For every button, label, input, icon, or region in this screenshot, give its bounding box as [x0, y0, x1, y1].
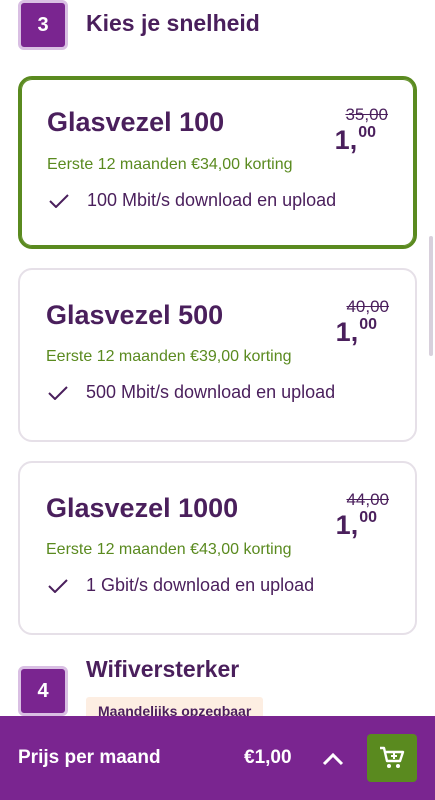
expand-summary-button[interactable]: [318, 744, 348, 774]
chevron-up-icon: [322, 752, 344, 766]
check-icon: [49, 193, 69, 208]
old-price: 35,00: [345, 105, 388, 124]
discount-text: Eerste 12 maanden €43,00 korting: [46, 541, 292, 558]
scrollbar[interactable]: [429, 236, 433, 356]
cart-button[interactable]: [367, 734, 417, 782]
plan-name: Glasvezel 1000: [46, 493, 239, 523]
monthly-price: €1,00: [244, 747, 292, 768]
price-per-month-label: Prijs per maand: [18, 747, 161, 768]
check-icon: [48, 385, 68, 400]
step-title: Kies je snelheid: [86, 10, 260, 36]
feature-line: 1 Gbit/s download en upload: [48, 575, 314, 596]
plan-card-glasvezel-500[interactable]: Glasvezel 500 40,00 1,00 Eerste 12 maand…: [18, 268, 417, 442]
feature-line: 100 Mbit/s download en upload: [49, 190, 336, 211]
feature-line: 500 Mbit/s download en upload: [48, 382, 335, 403]
plan-name: Glasvezel 500: [46, 300, 224, 330]
plan-card-glasvezel-1000[interactable]: Glasvezel 1000 44,00 1,00 Eerste 12 maan…: [18, 461, 417, 635]
step-number-badge: 3: [18, 0, 68, 50]
feature-text: 100 Mbit/s download en upload: [87, 190, 337, 210]
check-icon: [48, 578, 68, 593]
plan-name: Glasvezel 100: [47, 107, 225, 137]
plan-card-glasvezel-100[interactable]: Glasvezel 100 35,00 1,00 Eerste 12 maand…: [18, 76, 417, 249]
feature-text: 500 Mbit/s download en upload: [86, 382, 336, 402]
new-price: 1,00: [334, 124, 376, 155]
old-price: 44,00: [346, 490, 389, 509]
step-title: Wifiversterker: [86, 656, 240, 682]
new-price: 1,00: [335, 509, 377, 540]
price-summary-bar: Prijs per maand €1,00: [0, 716, 435, 800]
new-price: 1,00: [335, 316, 377, 347]
cart-icon: [380, 746, 405, 768]
old-price: 40,00: [346, 297, 389, 316]
feature-text: 1 Gbit/s download en upload: [86, 575, 315, 595]
discount-text: Eerste 12 maanden €34,00 korting: [47, 156, 293, 173]
step-number-badge: 4: [18, 666, 68, 716]
discount-text: Eerste 12 maanden €39,00 korting: [46, 348, 292, 365]
